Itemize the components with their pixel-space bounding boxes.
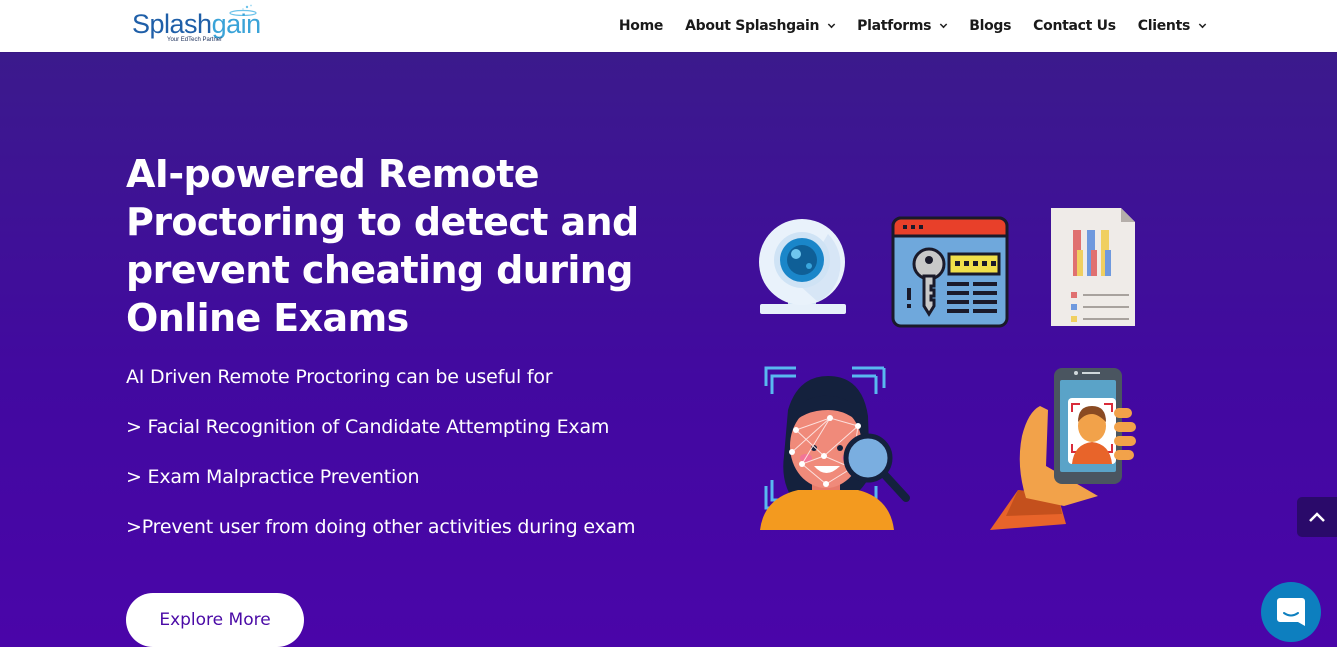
- nav-label: Platforms: [857, 18, 932, 34]
- nav-item-about[interactable]: About Splashgain: [685, 18, 836, 34]
- nav-item-clients[interactable]: Clients: [1137, 18, 1207, 34]
- webcam-icon: [759, 219, 846, 314]
- password-key-window-icon: [891, 216, 1009, 328]
- nav-label: Home: [618, 18, 664, 34]
- nav-label: About Splashgain: [685, 18, 820, 34]
- nav-item-blogs[interactable]: Blogs: [969, 18, 1011, 34]
- nav-label: Blogs: [969, 18, 1012, 34]
- chat-widget-button[interactable]: [1261, 582, 1321, 642]
- mobile-face-scan-icon: [990, 368, 1136, 530]
- report-document-icon: [1051, 208, 1135, 326]
- hero-intro: AI Driven Remote Proctoring can be usefu…: [126, 366, 553, 388]
- hero-point: > Facial Recognition of Candidate Attemp…: [126, 416, 610, 438]
- chevron-up-icon: [1309, 512, 1325, 522]
- hero-point: >Prevent user from doing other activitie…: [126, 516, 636, 538]
- hero-title: AI-powered Remote Proctoring to detect a…: [126, 152, 639, 340]
- chevron-down-icon: [1198, 20, 1207, 29]
- explore-more-button[interactable]: Explore More: [126, 593, 304, 647]
- nav-item-platforms[interactable]: Platforms: [857, 18, 948, 34]
- logo-part-gain: gain: [211, 9, 262, 39]
- chat-bubble-icon: [1277, 598, 1305, 626]
- face-recognition-icon: [760, 366, 910, 530]
- chevron-down-icon: [827, 20, 836, 29]
- nav-label: Clients: [1137, 18, 1191, 34]
- hero-point: > Exam Malpractice Prevention: [126, 466, 420, 488]
- splashgain-logo[interactable]: Splashgain Your EdTech Partner: [132, 4, 262, 46]
- nav-item-home[interactable]: Home: [618, 18, 664, 34]
- hero-section: AI-powered Remote Proctoring to detect a…: [0, 52, 1337, 647]
- nav-item-contact[interactable]: Contact Us: [1033, 18, 1116, 34]
- logo-part-splash: Splash: [132, 9, 212, 39]
- logo-wordmark: Splashgain: [132, 10, 261, 38]
- main-nav: Home About Splashgain Platforms Blogs Co…: [618, 0, 1207, 52]
- chevron-down-icon: [939, 20, 948, 29]
- nav-label: Contact Us: [1033, 18, 1116, 34]
- site-header: Splashgain Your EdTech Partner Home Abou…: [0, 0, 1337, 52]
- logo-tagline: Your EdTech Partner: [167, 37, 223, 43]
- back-to-top-button[interactable]: [1297, 497, 1337, 537]
